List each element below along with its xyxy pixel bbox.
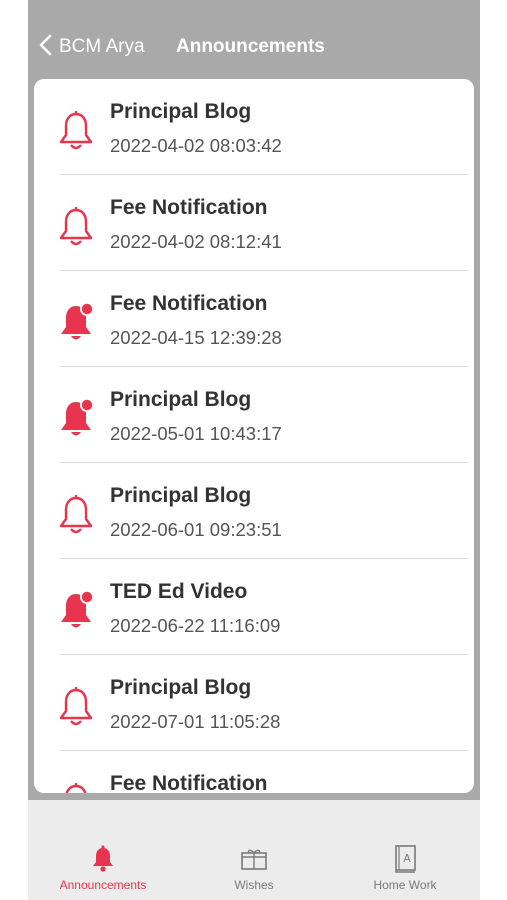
announcement-date: 2022-05-01 10:43:17 (110, 423, 282, 444)
tab-label: Wishes (234, 878, 274, 892)
bell-outline-icon (56, 205, 96, 249)
announcement-item[interactable]: Fee Notification (34, 751, 474, 793)
bell-unread-icon (56, 589, 96, 633)
announcement-title: Fee Notification (110, 196, 268, 219)
bell-outline-icon (56, 109, 96, 153)
back-button[interactable]: BCM Arya (36, 33, 145, 61)
announcement-title: Principal Blog (110, 388, 252, 411)
tab-home-work[interactable]: A Home Work (345, 844, 465, 900)
gift-icon (194, 844, 314, 874)
bell-outline-icon (56, 685, 96, 729)
announcement-date: 2022-04-02 08:12:41 (110, 231, 282, 252)
chevron-left-icon (36, 33, 56, 62)
announcement-date: 2022-07-01 11:05:28 (110, 711, 281, 732)
announcement-item[interactable]: Fee Notification 2022-04-02 08:12:41 (34, 175, 474, 271)
nav-header: BCM Arya Announcements (28, 0, 480, 80)
announcement-list[interactable]: Principal Blog 2022-04-02 08:03:42 Fee Not… (34, 79, 474, 793)
announcement-date: 2022-04-15 12:39:28 (110, 327, 282, 348)
announcement-item[interactable]: Principal Blog 2022-07-01 11:05:28 (34, 655, 474, 751)
bell-unread-icon (56, 397, 96, 441)
bell-outline-icon (56, 781, 96, 793)
tab-wishes[interactable]: Wishes (194, 844, 314, 900)
announcement-title: Fee Notification (110, 772, 268, 793)
announcement-item[interactable]: TED Ed Video 2022-06-22 11:16:09 (34, 559, 474, 655)
announcement-item[interactable]: Principal Blog 2022-04-02 08:03:42 (34, 79, 474, 175)
announcement-title: Principal Blog (110, 676, 252, 699)
back-label: BCM Arya (59, 36, 145, 57)
announcement-item[interactable]: Fee Notification 2022-04-15 12:39:28 (34, 271, 474, 367)
announcement-item[interactable]: Principal Blog 2022-06-01 09:23:51 (34, 463, 474, 559)
announcement-title: Fee Notification (110, 292, 268, 315)
phone-screen: BCM Arya Announcements Principal Blog 202… (28, 0, 480, 900)
announcement-title: Principal Blog (110, 484, 252, 507)
book-icon: A (345, 844, 465, 874)
svg-text:A: A (403, 852, 411, 865)
announcements-card: Principal Blog 2022-04-02 08:03:42 Fee Not… (34, 79, 474, 793)
tab-bar: Announcements Wishes A Home Work (28, 800, 480, 900)
announcement-title: Principal Blog (110, 100, 252, 123)
announcement-date: 2022-06-22 11:16:09 (110, 615, 281, 636)
tab-label: Home Work (373, 878, 437, 892)
announcement-item[interactable]: Principal Blog 2022-05-01 10:43:17 (34, 367, 474, 463)
tab-label: Announcements (59, 878, 147, 892)
bell-unread-icon (56, 301, 96, 345)
page-title: Announcements (176, 36, 325, 57)
tab-announcements[interactable]: Announcements (43, 844, 163, 900)
announcement-date: 2022-04-02 08:03:42 (110, 135, 282, 156)
announcement-title: TED Ed Video (110, 580, 248, 603)
announcement-date: 2022-06-01 09:23:51 (110, 519, 282, 540)
bell-outline-icon (56, 493, 96, 537)
bell-filled-icon (43, 844, 163, 874)
